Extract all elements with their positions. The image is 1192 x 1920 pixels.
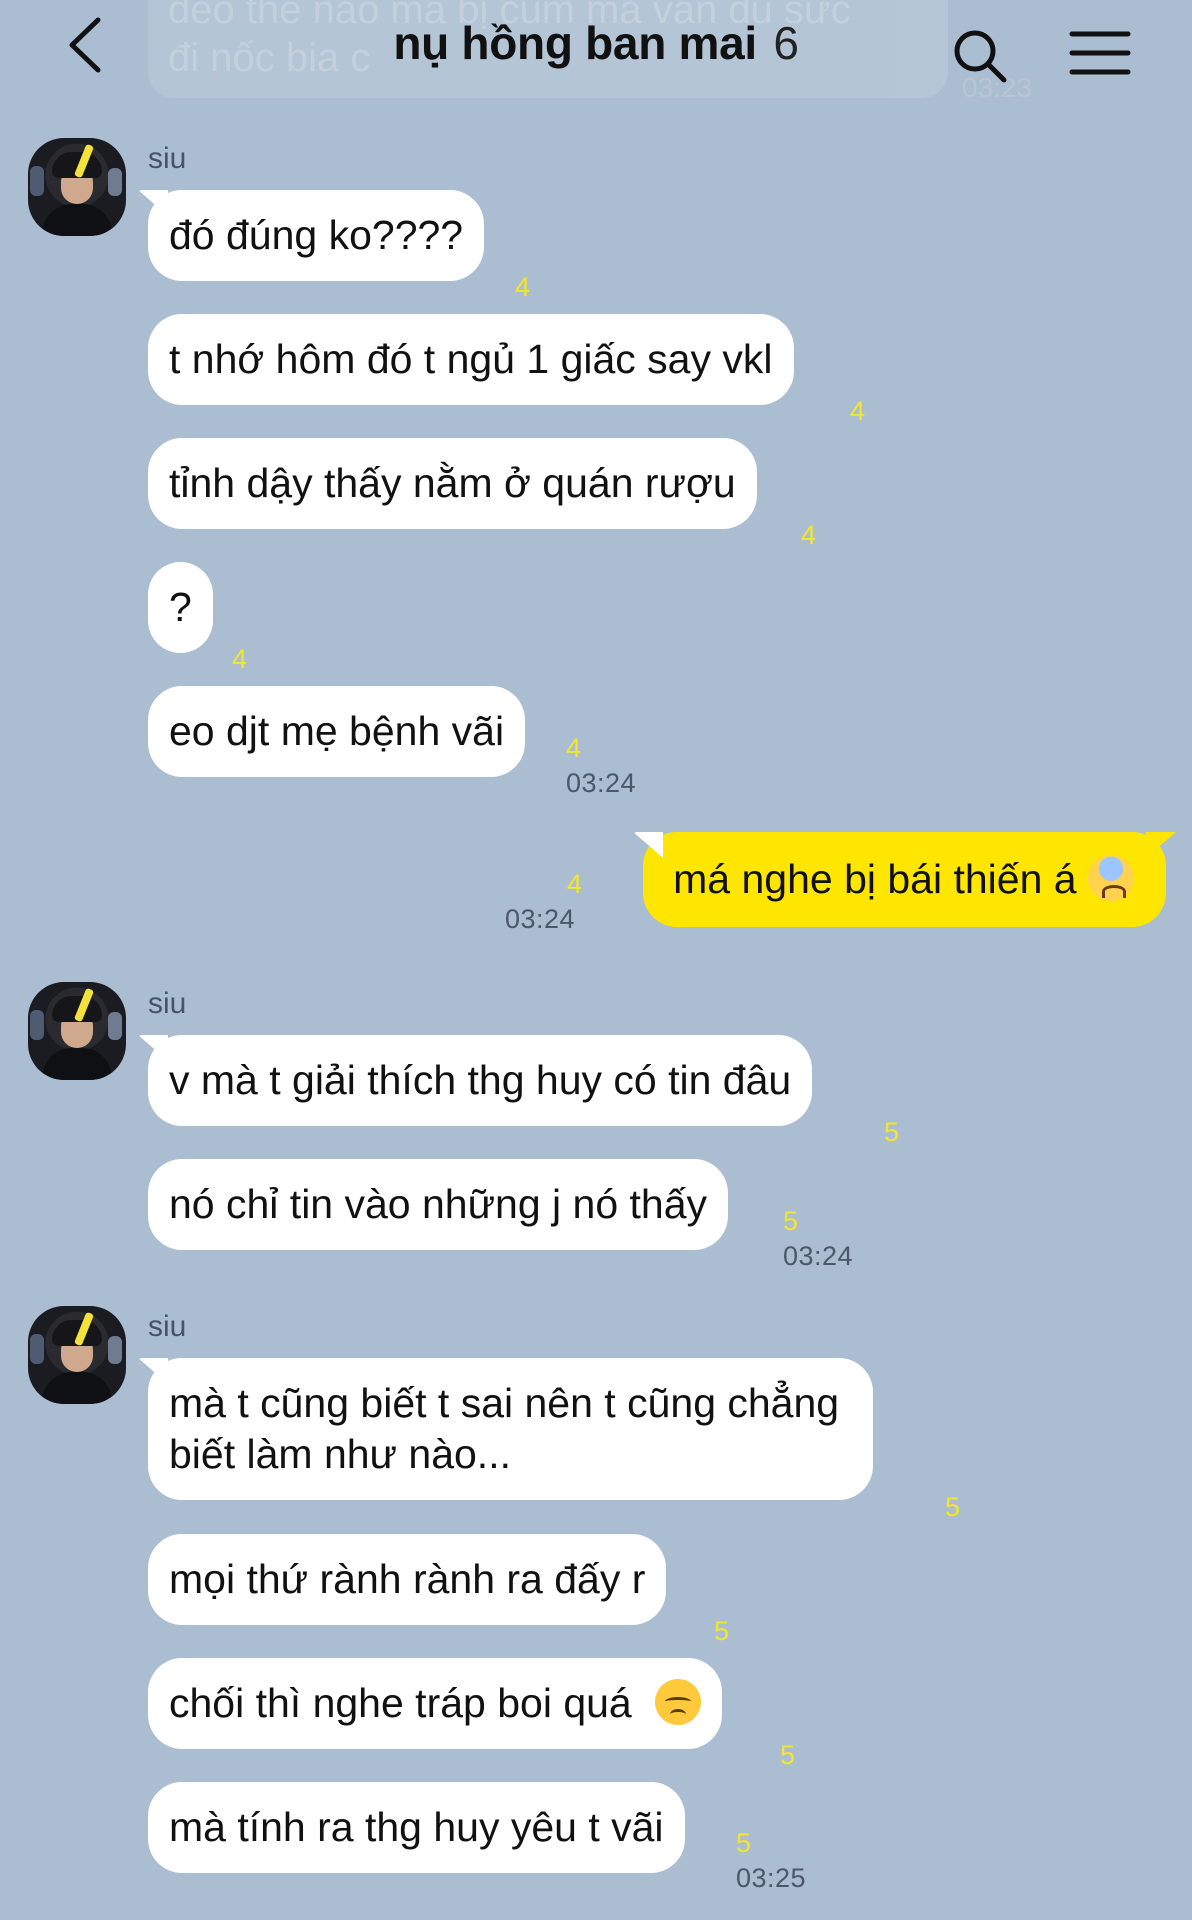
- sender-avatar[interactable]: [28, 138, 126, 236]
- menu-button[interactable]: [1068, 28, 1132, 78]
- hamburger-menu-icon: [1069, 31, 1131, 75]
- unread-count: 5: [783, 1206, 799, 1236]
- unread-count: 4: [566, 733, 582, 763]
- unread-count: 5: [780, 1740, 796, 1770]
- unread-count: 4: [515, 272, 531, 302]
- message-text-line: biết làm như nào...: [169, 1431, 511, 1477]
- message-bubble[interactable]: đó đúng ko????: [148, 190, 485, 281]
- chat-header: nụ hồng ban mai 6: [0, 0, 1192, 100]
- message-text: đó đúng ko????: [169, 212, 464, 258]
- message-bubble[interactable]: eo djt mẹ bệnh vãi: [148, 686, 526, 777]
- message-time: 03:24: [505, 904, 576, 934]
- member-count: 6: [773, 17, 799, 69]
- message-text: tỉnh dậy thấy nằm ở quán rượu: [169, 460, 736, 506]
- message-time: 03:24: [566, 768, 637, 798]
- unread-count: 4: [567, 869, 583, 899]
- message-bubble[interactable]: nó chỉ tin vào những j nó thấy: [148, 1159, 729, 1250]
- unread-count: 5: [714, 1616, 730, 1646]
- message-text: v mà t giải thích thg huy có tin đâu: [169, 1057, 792, 1103]
- unread-count: 4: [850, 396, 866, 426]
- message-bubble[interactable]: mọi thứ rành rành ra đấy r: [148, 1534, 667, 1625]
- message-text: nó chỉ tin vào những j nó thấy: [169, 1181, 708, 1227]
- unread-count: 4: [232, 644, 248, 674]
- search-button[interactable]: [950, 26, 1010, 86]
- sender-name: siu: [148, 1310, 187, 1343]
- unread-count: 5: [736, 1828, 752, 1858]
- message-text: chối thì nghe tráp boi quá: [169, 1680, 632, 1726]
- message-text: eo djt mẹ bệnh vãi: [169, 708, 505, 754]
- message-text: má nghe bị bái thiến á: [673, 856, 1077, 902]
- message-bubble[interactable]: ?: [148, 562, 213, 653]
- my-message-bubble[interactable]: má nghe bị bái thiến á: [643, 832, 1166, 927]
- message-text: mọi thứ rành rành ra đấy r: [169, 1556, 646, 1602]
- anxious-face-with-sweat-icon: [1088, 855, 1134, 901]
- message-time: 03:24: [783, 1241, 854, 1271]
- message-text-line: mà t cũng biết t sai nên t cũng chẳng: [169, 1380, 840, 1426]
- message-bubble[interactable]: v mà t giải thích thg huy có tin đâu: [148, 1035, 813, 1126]
- sender-avatar[interactable]: [28, 1306, 126, 1404]
- sender-name: siu: [148, 142, 187, 175]
- unread-count: 4: [801, 520, 817, 550]
- message-bubble[interactable]: chối thì nghe tráp boi quá: [148, 1658, 723, 1749]
- search-icon: [954, 30, 1007, 83]
- sender-name: siu: [148, 987, 187, 1020]
- chat-room-name: nụ hồng ban mai: [393, 17, 757, 69]
- sender-avatar[interactable]: [28, 982, 126, 1080]
- unread-count: 5: [945, 1492, 961, 1522]
- message-text: ?: [169, 584, 192, 630]
- chat-title: nụ hồng ban mai 6: [0, 16, 1192, 70]
- message-bubble[interactable]: t nhớ hôm đó t ngủ 1 giấc say vkl: [148, 314, 794, 405]
- unread-count: 5: [884, 1117, 900, 1147]
- message-text: t nhớ hôm đó t ngủ 1 giấc say vkl: [169, 336, 773, 382]
- message-text: mà tính ra thg huy yêu t vãi: [169, 1804, 664, 1850]
- disappointed-face-icon: [655, 1679, 702, 1725]
- message-bubble[interactable]: tỉnh dậy thấy nằm ở quán rượu: [148, 438, 757, 529]
- message-bubble[interactable]: mà tính ra thg huy yêu t vãi: [148, 1782, 685, 1873]
- message-bubble[interactable]: mà t cũng biết t sai nên t cũng chẳng bi…: [148, 1358, 874, 1500]
- chat-screen: đéo thế nào mà bị cùm mà vẫn đủ sức đi n…: [0, 0, 1192, 1920]
- message-time: 03:25: [736, 1863, 807, 1893]
